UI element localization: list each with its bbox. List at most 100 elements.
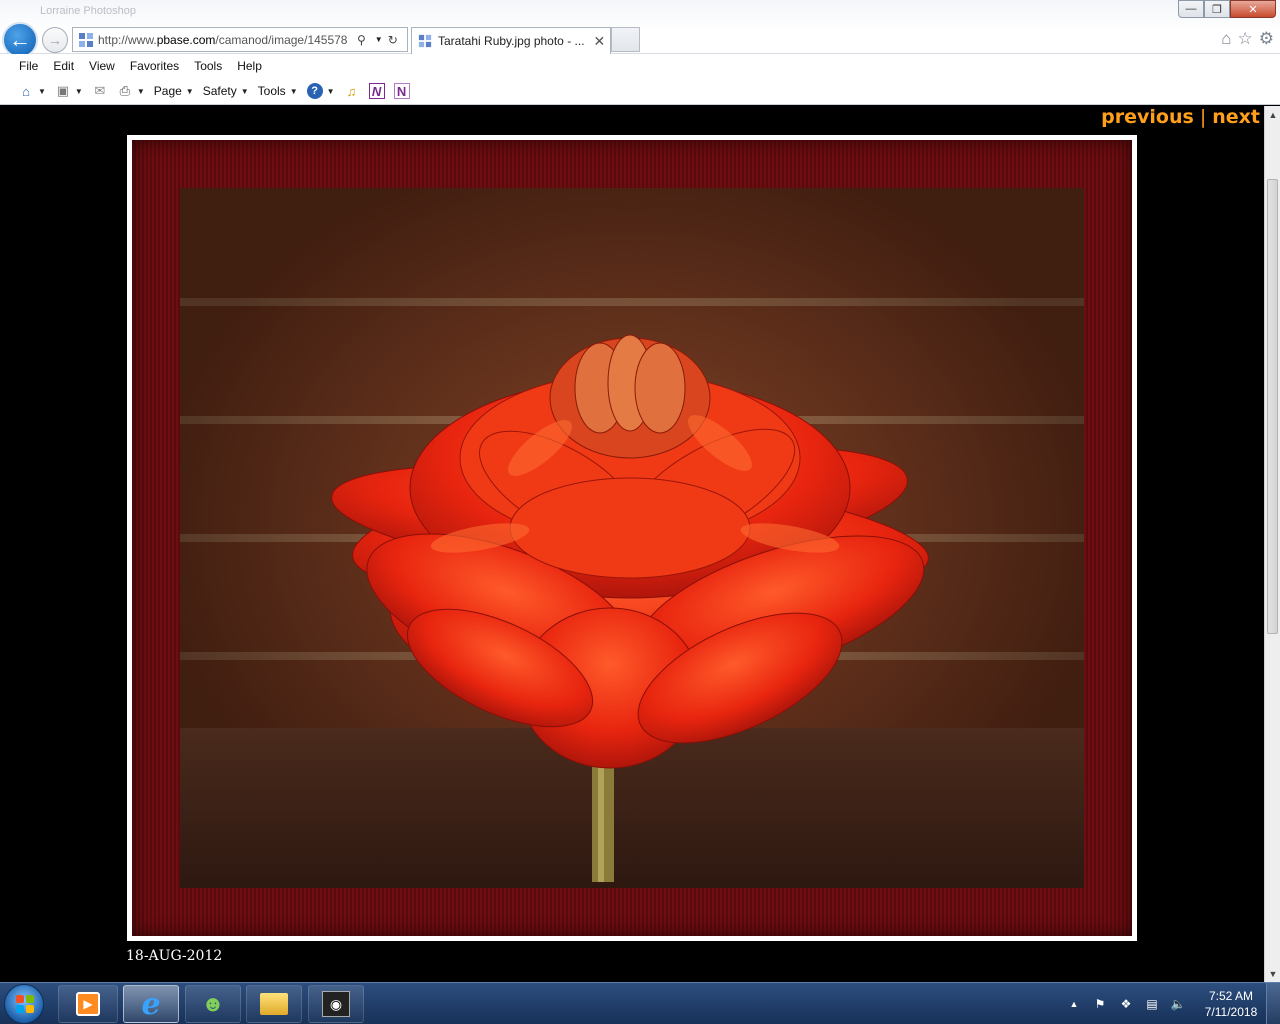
scrollbar-thumb[interactable]	[1267, 179, 1278, 634]
windows-taskbar: ▶ e ☻ ◉ ▲ ⚑ ❖ ▤ 🔈 7:52 AM 7/11/2018	[0, 982, 1280, 1024]
maximize-button[interactable]: ❐	[1204, 0, 1230, 18]
network-icon[interactable]: ▤	[1142, 995, 1162, 1013]
onenote-linked-command[interactable]: N	[393, 83, 410, 99]
refresh-icon[interactable]: ↻	[388, 33, 398, 47]
mail-command[interactable]: ✉	[92, 83, 108, 99]
command-bar: ⌂ ▼ ▣ ▼ ✉ ⎙ ▼ Page ▼ Safety ▼ Tools ▼ ? ▼ ♫ N N	[0, 78, 1280, 105]
chevron-down-icon: ▼	[185, 86, 194, 96]
taskbar-internet-explorer[interactable]: e	[123, 985, 179, 1023]
tab-label: Taratahi Ruby.jpg photo - ...	[438, 34, 585, 48]
home-icon[interactable]: ⌂	[1221, 29, 1231, 49]
dahlia-photo[interactable]	[180, 188, 1084, 888]
photo-navigation: previous | next	[1101, 106, 1260, 128]
taskbar-photo-viewer[interactable]: ◉	[308, 985, 364, 1023]
clock-time: 7:52 AM	[1208, 989, 1254, 1003]
page-content: previous | next 18-AUG-2012	[0, 106, 1264, 982]
taskbar-file-explorer[interactable]	[246, 985, 302, 1023]
back-button[interactable]: ←	[2, 22, 38, 58]
taskbar-media-player[interactable]: ▶	[58, 985, 118, 1023]
chevron-down-icon: ▼	[240, 86, 249, 96]
scroll-down-arrow-icon[interactable]: ▼	[1265, 965, 1280, 982]
research-command[interactable]: ♫	[344, 83, 360, 99]
favorites-star-icon[interactable]: ☆	[1238, 29, 1253, 49]
research-icon: ♫	[346, 83, 357, 99]
dropbox-icon[interactable]: ❖	[1116, 995, 1136, 1013]
tab-close-icon[interactable]: ✕	[594, 33, 606, 50]
browser-chrome: Lorraine Photoshop — ❐ ✕ ← → http://www.…	[0, 0, 1280, 58]
menu-file[interactable]: File	[19, 59, 38, 73]
forward-button[interactable]: →	[42, 27, 68, 53]
chevron-down-icon: ▼	[38, 86, 46, 96]
arrow-left-icon: ←	[9, 27, 31, 52]
volume-muted-icon[interactable]: 🔈	[1168, 995, 1188, 1013]
safety-menu-label: Safety	[202, 84, 237, 98]
window-controls: — ❐ ✕	[1178, 0, 1276, 18]
print-command[interactable]: ⎙ ▼	[117, 83, 145, 99]
home-command[interactable]: ⌂ ▼	[18, 83, 46, 99]
taskbar-messenger[interactable]: ☻	[185, 985, 241, 1023]
photo-date: 18-AUG-2012	[126, 948, 223, 964]
onenote-command[interactable]: N	[368, 83, 385, 99]
menu-tools[interactable]: Tools	[194, 59, 222, 73]
printer-icon: ⎙	[119, 83, 131, 98]
onenote-icon: N	[393, 83, 410, 99]
folder-icon	[260, 993, 288, 1015]
minimize-button[interactable]: —	[1178, 0, 1204, 18]
menu-bar: File Edit View Favorites Tools Help	[0, 54, 1280, 78]
media-player-icon: ▶	[76, 992, 100, 1016]
dropdown-caret-icon[interactable]: ▼	[375, 35, 383, 44]
chevron-down-icon: ▼	[289, 86, 298, 96]
chevron-down-icon: ▼	[326, 86, 335, 96]
start-button[interactable]	[4, 984, 44, 1024]
search-icon[interactable]: ⚲	[357, 33, 366, 47]
onenote-icon: N	[368, 83, 385, 99]
eye-icon: ◉	[322, 991, 350, 1017]
vertical-scrollbar[interactable]: ▲ ▼	[1264, 106, 1280, 982]
menu-view[interactable]: View	[89, 59, 115, 73]
page-menu-label: Page	[153, 84, 182, 98]
window-title: Lorraine Photoshop	[40, 5, 137, 17]
new-tab-button[interactable]	[611, 27, 640, 52]
menu-help[interactable]: Help	[237, 59, 262, 73]
dahlia-flower-image	[331, 334, 929, 882]
photo-frame	[127, 135, 1137, 941]
photo-mat	[132, 140, 1132, 936]
tools-menu[interactable]: Tools ▼	[258, 84, 298, 98]
feeds-command[interactable]: ▣ ▼	[55, 83, 83, 99]
close-button[interactable]: ✕	[1230, 0, 1276, 18]
tools-menu-label: Tools	[257, 84, 286, 98]
chevron-down-icon: ▼	[74, 86, 83, 96]
tab-favicon-icon	[418, 34, 432, 48]
site-favicon-icon	[78, 32, 94, 48]
help-icon: ?	[306, 83, 323, 99]
messenger-icon: ☻	[201, 991, 225, 1016]
address-bar[interactable]: http://www.pbase.com/camanod/image/14557…	[72, 27, 408, 52]
tab-taratahi-ruby[interactable]: Taratahi Ruby.jpg photo - ... ✕	[411, 27, 611, 54]
scroll-up-arrow-icon[interactable]: ▲	[1265, 106, 1280, 123]
windows-logo-icon	[16, 995, 34, 1013]
show-desktop-button[interactable]	[1266, 983, 1280, 1024]
address-url[interactable]: http://www.pbase.com/camanod/image/14557…	[98, 33, 354, 47]
help-command[interactable]: ? ▼	[306, 83, 335, 99]
internet-explorer-icon: e	[141, 986, 161, 1022]
nav-separator: |	[1199, 106, 1207, 128]
action-center-flag-icon[interactable]: ⚑	[1090, 995, 1110, 1013]
next-link[interactable]: next	[1212, 106, 1260, 128]
clock-date: 7/11/2018	[1204, 1005, 1258, 1019]
address-actions: ⚲ ▼ ↻	[357, 33, 398, 47]
page-menu[interactable]: Page ▼	[154, 84, 194, 98]
menu-edit[interactable]: Edit	[53, 59, 74, 73]
mail-icon: ✉	[94, 83, 106, 98]
browser-right-icons: ⌂ ☆ ⚙	[1221, 29, 1274, 49]
settings-gear-icon[interactable]: ⚙	[1259, 29, 1274, 49]
previous-link[interactable]: previous	[1101, 106, 1194, 128]
system-tray: ▲ ⚑ ❖ ▤ 🔈 7:52 AM 7/11/2018	[1064, 983, 1280, 1024]
home-icon: ⌂	[22, 83, 30, 99]
safety-menu[interactable]: Safety ▼	[203, 84, 249, 98]
rss-feed-icon: ▣	[56, 83, 70, 98]
tray-expand-icon[interactable]: ▲	[1064, 995, 1084, 1013]
menu-favorites[interactable]: Favorites	[130, 59, 179, 73]
taskbar-clock[interactable]: 7:52 AM 7/11/2018	[1200, 988, 1262, 1020]
chevron-down-icon: ▼	[136, 86, 145, 96]
arrow-right-icon: →	[48, 32, 62, 48]
